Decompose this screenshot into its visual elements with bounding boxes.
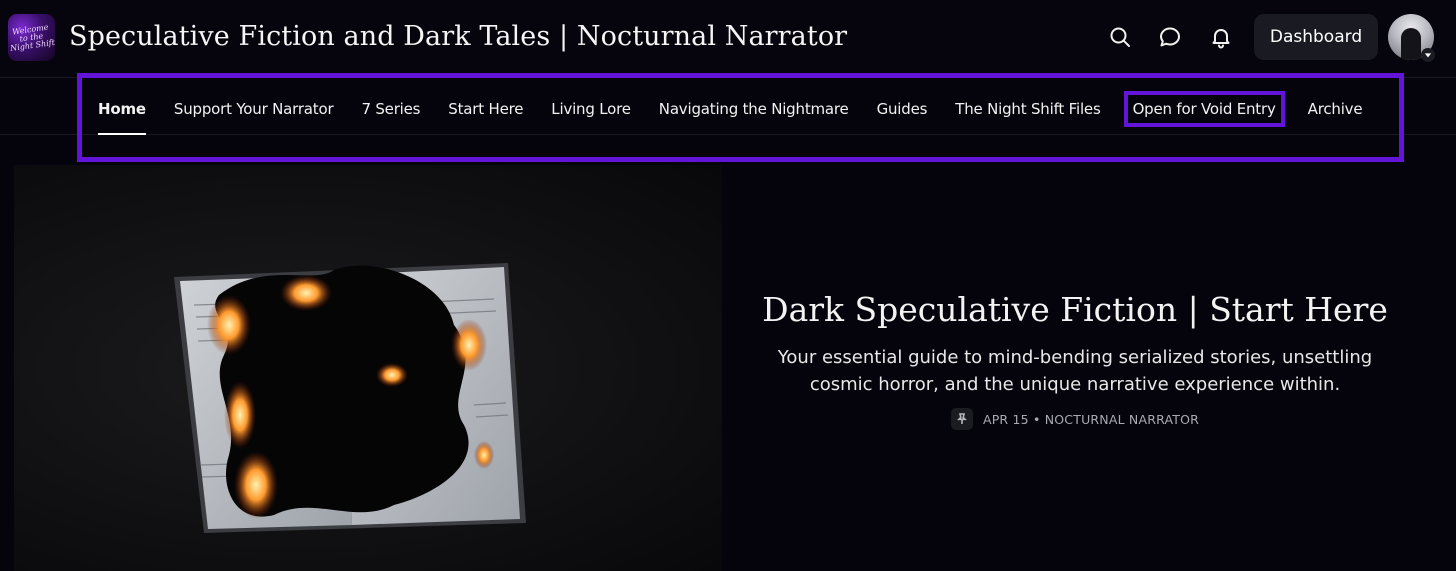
chat-icon[interactable] bbox=[1157, 24, 1183, 50]
top-header: Welcome to the Night Shift Speculative F… bbox=[0, 0, 1456, 78]
logo-text: Welcome to the Night Shift bbox=[9, 22, 55, 53]
nav-item-home[interactable]: Home bbox=[98, 96, 146, 135]
nav-item-start-here[interactable]: Start Here bbox=[448, 96, 523, 122]
site-title[interactable]: Speculative Fiction and Dark Tales | Noc… bbox=[69, 18, 847, 56]
nav-item-7-series[interactable]: 7 Series bbox=[361, 96, 420, 122]
nav-item-navigating-the-nightmare[interactable]: Navigating the Nightmare bbox=[659, 96, 849, 122]
nav-item-archive[interactable]: Archive bbox=[1308, 96, 1363, 122]
dashboard-button[interactable]: Dashboard bbox=[1254, 14, 1378, 60]
nav-item-night-shift-files[interactable]: The Night Shift Files bbox=[955, 96, 1101, 122]
bell-icon[interactable] bbox=[1208, 24, 1234, 50]
nav-item-open-for-void-entry[interactable]: Open for Void Entry bbox=[1123, 91, 1285, 127]
nav-item-support-your-narrator[interactable]: Support Your Narrator bbox=[174, 96, 334, 122]
hero-title[interactable]: Dark Speculative Fiction | Start Here bbox=[740, 288, 1410, 332]
hero-image[interactable] bbox=[14, 165, 722, 571]
post-meta-text[interactable]: APR 15 • NOCTURNAL NARRATOR bbox=[983, 412, 1199, 427]
hero-meta: APR 15 • NOCTURNAL NARRATOR bbox=[740, 408, 1410, 430]
main-nav: Home Support Your Narrator 7 Series Star… bbox=[98, 91, 1363, 135]
chevron-down-icon[interactable] bbox=[1421, 48, 1435, 62]
burning-book-icon bbox=[174, 263, 526, 533]
site-logo[interactable]: Welcome to the Night Shift bbox=[8, 14, 55, 61]
hero-subtitle: Your essential guide to mind-bending ser… bbox=[777, 347, 1373, 395]
pin-icon bbox=[950, 408, 973, 430]
nav-item-guides[interactable]: Guides bbox=[877, 96, 928, 122]
nav-item-living-lore[interactable]: Living Lore bbox=[551, 96, 631, 122]
search-icon[interactable] bbox=[1107, 24, 1133, 50]
